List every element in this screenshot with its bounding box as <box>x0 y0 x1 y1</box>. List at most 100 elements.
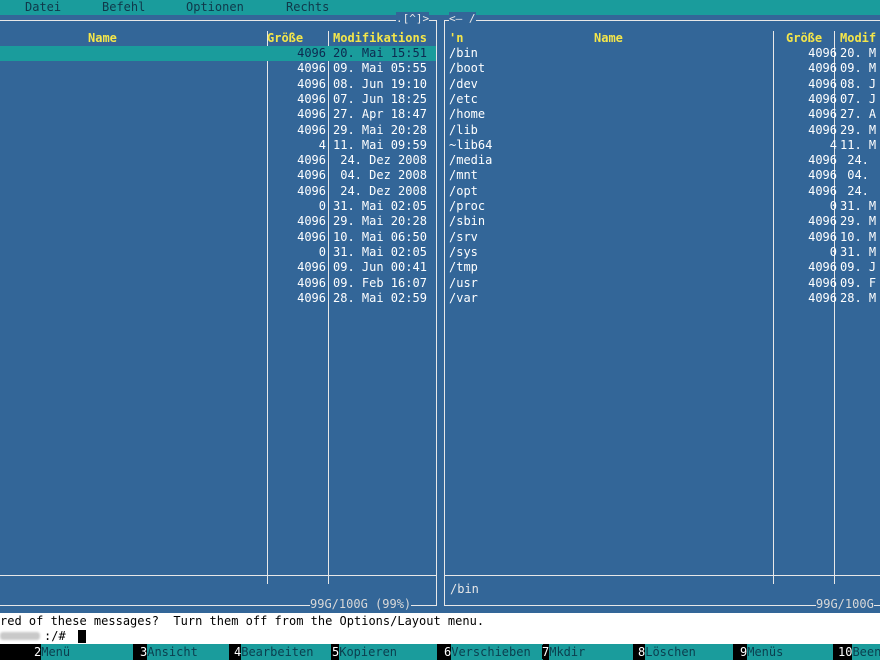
right-file-row[interactable]: /lib 4096 29. M <box>445 123 880 138</box>
file-name: /srv <box>449 229 478 244</box>
right-disk-usage: 99G/100G <box>816 597 874 611</box>
fkey-bearbeiten[interactable]: 4Bearbeiten <box>234 644 332 660</box>
file-size: 4096 <box>808 229 837 244</box>
fkey-menüs[interactable]: 9Menüs <box>740 644 834 660</box>
left-file-row[interactable]: 4096 24. Dez 2008 <box>0 184 436 199</box>
left-file-row[interactable]: 4096 09. Mai 05:55 <box>0 61 436 76</box>
file-name: /home <box>449 107 486 122</box>
left-file-row[interactable]: 4096 27. Apr 18:47 <box>0 107 436 122</box>
fkey-label: Kopieren <box>339 644 438 660</box>
right-file-row[interactable]: /opt 4096 24. <box>445 184 880 199</box>
right-file-row[interactable]: /media 4096 24. <box>445 153 880 168</box>
right-header-mod[interactable]: Modif <box>840 31 876 46</box>
left-file-row[interactable]: 4096 28. Mai 02:59 <box>0 291 436 306</box>
left-file-row[interactable]: 4096 07. Jun 18:25 <box>0 92 436 107</box>
file-name: ~lib64 <box>449 137 493 152</box>
right-file-row[interactable]: /tmp 4096 09. J <box>445 260 880 275</box>
fkey-kopieren[interactable]: 5Kopieren <box>332 644 438 660</box>
file-modified: 20. M <box>840 46 877 60</box>
right-file-row[interactable]: /home 4096 27. A <box>445 107 880 122</box>
right-panel-top-label[interactable]: <— / <box>449 12 476 25</box>
right-file-row[interactable]: /mnt 4096 04. <box>445 168 880 183</box>
right-header-size[interactable]: Größe <box>786 31 822 46</box>
file-size: 4096 <box>297 107 326 122</box>
file-modified: 27. A <box>840 107 877 122</box>
file-modified: 29. M <box>840 122 877 137</box>
file-size: 4096 <box>808 153 837 168</box>
fkey-number: 9 <box>740 645 748 659</box>
fkey-label: Bearbeiten <box>241 644 332 660</box>
file-size: 4 <box>318 137 326 152</box>
right-mini-status: /bin <box>450 582 479 596</box>
menu-rechts[interactable]: Rechts <box>286 0 329 15</box>
file-size: 4096 <box>297 290 326 305</box>
fkey-menü[interactable]: 2Menü <box>34 644 134 660</box>
left-file-row[interactable]: 4096 20. Mai 15:51 <box>0 46 436 62</box>
left-file-row[interactable]: 0 31. Mai 02:05 <box>0 199 436 214</box>
right-file-row[interactable]: /var 4096 28. M <box>445 291 880 306</box>
menu-bar: Datei Befehl Optionen Rechts <box>0 0 880 15</box>
fkey-löschen[interactable]: 8Löschen <box>638 644 734 660</box>
file-size: 4096 <box>297 153 326 168</box>
menu-optionen[interactable]: Optionen <box>186 0 244 15</box>
file-size: 4096 <box>808 260 837 275</box>
right-file-row[interactable]: /etc 4096 07. J <box>445 92 880 107</box>
left-file-row[interactable]: 4096 24. Dez 2008 <box>0 153 436 168</box>
file-modified: 09. M <box>840 61 877 76</box>
fkey-number: 6 <box>444 645 452 659</box>
file-name: /mnt <box>449 168 478 183</box>
file-modified: 09. F <box>840 275 877 290</box>
left-header-mod[interactable]: Modifikations <box>333 31 427 46</box>
left-file-row[interactable]: 4096 04. Dez 2008 <box>0 168 436 183</box>
right-file-row[interactable]: /sbin 4096 29. M <box>445 214 880 229</box>
left-file-row[interactable]: 4096 29. Mai 20:28 <box>0 123 436 138</box>
file-size: 4096 <box>808 183 837 198</box>
file-modified: 07. Jun 18:25 <box>333 91 427 106</box>
menu-befehl[interactable]: Befehl <box>102 0 145 15</box>
fkey-label: Verschieben <box>451 644 544 660</box>
left-header-name[interactable]: Name <box>88 31 117 46</box>
fkey-beend[interactable]: 10Beend <box>838 644 880 660</box>
file-modified: 11. M <box>840 137 877 152</box>
file-modified: 20. Mai 15:51 <box>333 46 427 60</box>
right-file-row[interactable]: /usr 4096 09. F <box>445 276 880 291</box>
file-name: /var <box>449 290 478 305</box>
left-file-row[interactable]: 4096 08. Jun 19:10 <box>0 77 436 92</box>
right-file-row[interactable]: ~lib64 4 11. M <box>445 138 880 153</box>
left-file-row[interactable]: 0 31. Mai 02:05 <box>0 245 436 260</box>
right-file-row[interactable]: /srv 4096 10. M <box>445 230 880 245</box>
file-modified: 31. M <box>840 244 877 259</box>
fkey-ansicht[interactable]: 3Ansicht <box>140 644 230 660</box>
right-file-row[interactable]: /bin 4096 20. M <box>445 46 880 61</box>
left-panel-top-label[interactable]: .[^]> <box>396 12 430 25</box>
right-file-row[interactable]: /sys 0 31. M <box>445 245 880 260</box>
fkey-number: 10 <box>838 645 853 659</box>
fkey-mkdir[interactable]: 7Mkdir <box>542 644 634 660</box>
fkey-label: Ansicht <box>147 644 230 660</box>
fkey-label: Menüs <box>747 644 834 660</box>
file-name: /lib <box>449 122 478 137</box>
fkey-verschieben[interactable]: 6Verschieben <box>444 644 544 660</box>
file-size: 4096 <box>297 76 326 91</box>
right-header-dir[interactable]: 'n <box>449 31 463 46</box>
right-header-name[interactable]: Name <box>594 31 623 46</box>
right-file-row[interactable]: /boot 4096 09. M <box>445 61 880 76</box>
left-file-row[interactable]: 4096 09. Jun 00:41 <box>0 260 436 275</box>
file-modified: 04. <box>840 168 877 183</box>
fkey-number: 8 <box>638 645 646 659</box>
left-file-row[interactable]: 4 11. Mai 09:59 <box>0 138 436 153</box>
left-header-size[interactable]: Größe <box>267 31 303 46</box>
fkey-label: Mkdir <box>549 644 634 660</box>
command-line[interactable]: :/# <box>0 628 880 644</box>
left-file-row[interactable]: 4096 10. Mai 06:50 <box>0 230 436 245</box>
fkey-number: 7 <box>542 645 550 659</box>
file-name: /media <box>449 153 493 168</box>
left-file-row[interactable]: 4096 09. Feb 16:07 <box>0 276 436 291</box>
menu-datei[interactable]: Datei <box>25 0 61 15</box>
left-file-row[interactable]: 4096 29. Mai 20:28 <box>0 214 436 229</box>
function-key-bar: 2Menü 3Ansicht 4Bearbeiten 5Kopieren 6Versch… <box>0 644 880 660</box>
file-name: /boot <box>449 61 486 76</box>
right-file-row[interactable]: /dev 4096 08. J <box>445 77 880 92</box>
file-size: 0 <box>318 244 326 259</box>
right-file-row[interactable]: /proc 0 31. M <box>445 199 880 214</box>
